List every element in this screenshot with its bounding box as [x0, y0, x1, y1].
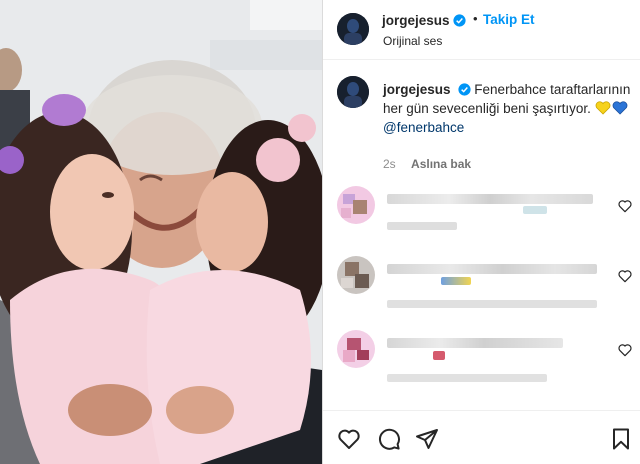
follow-button[interactable]: Takip Et [483, 12, 535, 27]
commenter-avatar[interactable] [337, 256, 375, 294]
author-avatar[interactable] [337, 13, 369, 45]
blurred-comment-text [387, 338, 563, 348]
header-separator: • [473, 11, 478, 26]
commenter-avatar[interactable] [337, 330, 375, 368]
blurred-comment-emoji [433, 351, 445, 360]
blurred-comment-text [387, 264, 597, 274]
blurred-comment-text [387, 194, 593, 204]
comment-like-icon[interactable] [617, 268, 633, 284]
author-name-row: jorgejesus [382, 12, 466, 30]
post-time[interactable]: 2s [383, 157, 396, 171]
blurred-comment-emoji [441, 277, 471, 285]
verified-badge-icon [452, 14, 466, 27]
post-photo[interactable] [0, 0, 322, 464]
like-button[interactable] [337, 427, 361, 451]
blurred-comment-text [523, 206, 547, 214]
caption-author-avatar[interactable] [337, 76, 369, 108]
post-action-bar [323, 410, 640, 464]
post-header: jorgejesus • Takip Et Orijinal ses [323, 0, 640, 60]
comment-item [323, 330, 640, 400]
heart-emojis-icon [595, 101, 628, 115]
comment-item [323, 186, 640, 256]
author-username[interactable]: jorgejesus [382, 13, 450, 28]
comment-icon [378, 428, 400, 450]
audio-label[interactable]: Orijinal ses [383, 34, 442, 48]
save-button[interactable] [609, 427, 633, 451]
comment-like-icon[interactable] [617, 198, 633, 214]
comment-button[interactable] [377, 427, 401, 451]
blurred-comment-meta [387, 300, 597, 308]
see-translation-button[interactable]: Aslına bak [411, 157, 471, 171]
like-icon [338, 429, 360, 449]
post-details-panel: jorgejesus • Takip Et Orijinal ses jorge… [322, 0, 640, 464]
blurred-comment-meta [387, 222, 457, 230]
comment-item [323, 256, 640, 326]
blurred-comment-meta [387, 374, 547, 382]
caption-mention-link[interactable]: @fenerbahce [383, 118, 633, 137]
share-button[interactable] [415, 427, 439, 451]
save-icon [613, 428, 629, 450]
share-icon [416, 429, 438, 449]
caption-meta: 2s Aslına bak [383, 157, 483, 171]
verified-badge-icon [457, 83, 471, 96]
commenter-avatar[interactable] [337, 186, 375, 224]
post-caption: jorgejesus Fenerbahce taraftarlarının he… [383, 80, 633, 137]
photo-scene [0, 0, 322, 464]
caption-username[interactable]: jorgejesus [383, 82, 451, 97]
comment-like-icon[interactable] [617, 342, 633, 358]
